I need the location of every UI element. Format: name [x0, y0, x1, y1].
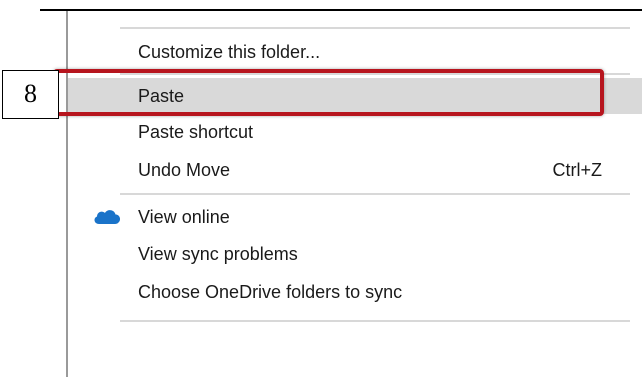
- onedrive-cloud-icon: [92, 206, 122, 228]
- menu-item-label: Customize this folder...: [138, 42, 321, 62]
- menu-separator: [120, 27, 630, 29]
- menu-item-label: Undo Move: [138, 160, 231, 180]
- menu-separator: [120, 320, 630, 322]
- menu-item-label: Paste shortcut: [138, 122, 254, 142]
- menu-item-customize-folder[interactable]: Customize this folder...: [68, 34, 642, 70]
- menu-separator: [120, 193, 630, 195]
- menu-item-choose-onedrive-folders[interactable]: Choose OneDrive folders to sync: [68, 274, 642, 310]
- menu-item-undo-move[interactable]: Undo Move Ctrl+Z: [68, 152, 642, 188]
- menu-item-label: View sync problems: [138, 244, 298, 264]
- menu-item-view-sync-problems[interactable]: View sync problems: [68, 236, 642, 272]
- step-number-label: 8: [2, 70, 59, 119]
- highlight-callout-box: [53, 69, 604, 116]
- menu-item-shortcut: Ctrl+Z: [552, 160, 603, 180]
- menu-item-paste-shortcut[interactable]: Paste shortcut: [68, 114, 642, 150]
- menu-item-view-online[interactable]: View online: [68, 199, 642, 235]
- context-menu: Customize this folder... Paste Paste sho…: [66, 11, 642, 377]
- screenshot-page: Customize this folder... Paste Paste sho…: [0, 0, 642, 377]
- menu-item-label: View online: [138, 207, 230, 227]
- menu-item-label: Choose OneDrive folders to sync: [138, 282, 403, 302]
